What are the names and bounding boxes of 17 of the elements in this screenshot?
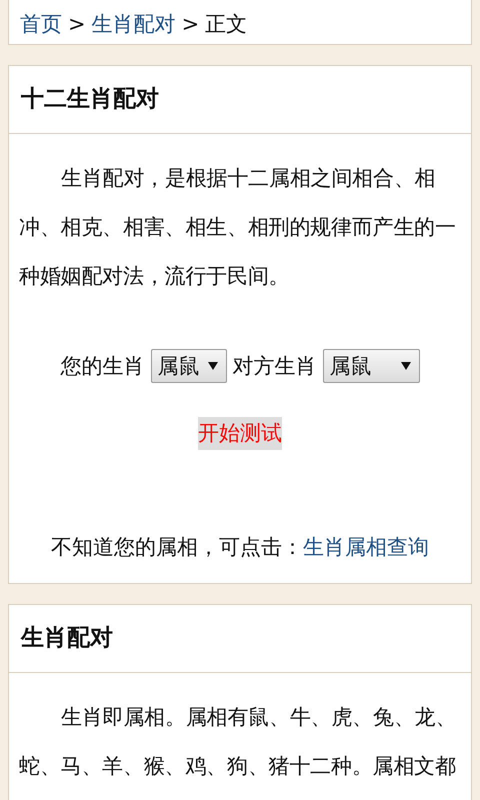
zodiac-lookup-link[interactable]: 生肖属相查询	[303, 535, 429, 559]
caret-icon	[400, 362, 410, 370]
breadcrumb-separator: >	[68, 12, 86, 36]
paragraph: 生肖即属相。属相有鼠、牛、虎、兔、龙、蛇、马、羊、猴、鸡、狗、猪十二种。属相文都	[19, 704, 458, 780]
breadcrumb-link[interactable]: 生肖配对	[92, 10, 176, 38]
paragraph: 生肖配对，是根据十二属相之间相合、相冲、相克、相害、相生、相刑的规律而产生的一种婚姻配对法，流行于民间。	[19, 165, 457, 290]
breadcrumb-current: 正文	[205, 11, 248, 38]
section-title: 十二生肖配对	[9, 66, 471, 134]
field-label: 对方生肖	[232, 353, 316, 380]
caret-icon	[208, 362, 218, 370]
breadcrumb-separator: >	[182, 12, 200, 36]
breadcrumb-link[interactable]: 首页	[20, 10, 62, 38]
hint-text: 不知道您的属相，可点击：	[51, 535, 303, 559]
zodiac-dropdown[interactable]: 属鼠	[150, 349, 226, 383]
section-title: 生肖配对	[9, 605, 471, 673]
field-label: 您的生肖	[60, 353, 144, 380]
zodiac-dropdown[interactable]: 属鼠	[322, 349, 420, 383]
